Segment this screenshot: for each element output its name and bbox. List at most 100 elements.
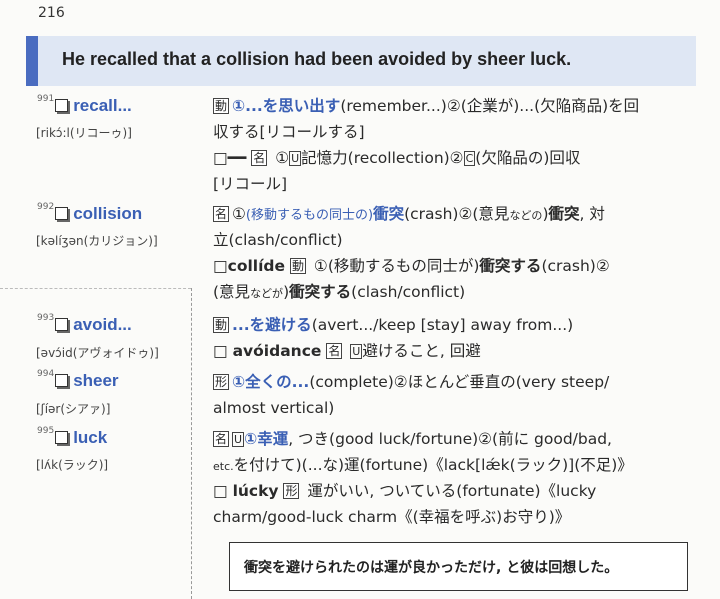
pronunciation: [rikɔ́:l(リコーゥ)]: [36, 126, 132, 140]
column-divider: [191, 288, 192, 599]
entry-number: 994: [37, 369, 55, 379]
definition-line: 名 ①(移動するもの同士の)衝突(crash)②(意見などの)衝突, 対: [213, 202, 605, 228]
page-number: 216: [38, 5, 65, 21]
checkbox-icon[interactable]: [55, 99, 69, 112]
part-of-speech-badge: 名: [251, 150, 268, 166]
definition-text: 記憶力(recollection)②: [301, 149, 464, 167]
definition-line: □━━ 名 ① U 記憶力(recollection)② C (欠陥品の)回収: [213, 146, 580, 170]
example-sentence: He recalled that a collision had been av…: [62, 49, 572, 69]
definition-text: charm/good-luck charm《(幸福を呼ぶ)お守り)》: [213, 508, 571, 526]
entry-number: 991: [37, 94, 55, 104]
definition-text: □━━: [213, 149, 252, 167]
definition-line: □ lúcky 形 運がいい, ついている(fortunate)《lucky: [213, 479, 596, 503]
definition-line: 動 ...を避ける(avert.../keep [stay] away from.…: [213, 313, 573, 337]
part-of-speech-badge: 動: [289, 258, 306, 274]
definition-line: [リコール]: [213, 172, 287, 196]
definition-text: □: [213, 482, 233, 500]
definition-line: 形 ①全くの...(complete)②ほとんど垂直の(very steep/: [213, 370, 609, 394]
countability-badge: U: [232, 432, 245, 447]
part-of-speech-badge: 名: [326, 343, 343, 359]
part-of-speech-badge: 形: [283, 483, 300, 499]
definition-text: (欠陥品の)回収: [475, 149, 581, 167]
definition-line: □ avóidance 名 U 避けること, 回避: [213, 339, 481, 363]
definition-line: almost vertical): [213, 396, 334, 420]
definition-line: 名 U ①幸運, つき(good luck/fortune)②(前に good/ba…: [213, 427, 612, 451]
definition-line: 収する[リコールする]: [213, 120, 365, 144]
part-of-speech-badge: 名: [213, 431, 230, 447]
checkbox-icon[interactable]: [55, 374, 69, 387]
definition-text: 立(clash/conflict): [213, 231, 343, 249]
related-word: collíde: [227, 257, 286, 275]
definition-text: を付けて)(...な)運(fortune)《lack[lǽk(ラック)](不足)…: [233, 456, 633, 474]
checkbox-icon[interactable]: [55, 318, 69, 331]
definition-text: (crash)②: [541, 257, 610, 275]
entry-headword-row: 994 sheer: [37, 369, 119, 391]
definition-line: 動 ①...を思い出す(remember...)②(企業が)...(欠陥商品)を回: [213, 94, 639, 118]
related-word: avóidance: [232, 342, 322, 360]
pronunciation: [əvɔ́id(アヴォイドゥ)]: [36, 346, 159, 360]
checkbox-icon[interactable]: [55, 207, 69, 220]
pronunciation: [lʌ́k(ラック)]: [36, 458, 109, 472]
entry-headword-row: 995 luck: [37, 426, 108, 448]
headword: sheer: [73, 371, 119, 390]
key-meaning: ①...を思い出す: [232, 97, 341, 115]
definition-text: 避けること, 回避: [362, 342, 481, 360]
definition-text: (remember...)②(企業が)...(欠陥商品)を回: [340, 97, 640, 115]
definition-text: almost vertical): [213, 399, 335, 417]
definition-text: , 対: [579, 205, 605, 223]
definition-text: , つき(good luck/fortune)②(前に good/bad,: [288, 430, 612, 448]
definition-text: ①(移動するもの同士が): [309, 257, 480, 275]
part-of-speech-badge: 名: [213, 206, 230, 222]
definition-text: (clash/conflict): [351, 283, 466, 301]
key-meaning-note: (移動するもの同士の): [245, 208, 374, 223]
headword: collision: [73, 204, 143, 223]
part-of-speech-badge: 形: [213, 374, 230, 390]
translation-text: 衝突を避けられたのは運が良かっただけ, と彼は回想した。: [244, 560, 619, 576]
definition-line: charm/good-luck charm《(幸福を呼ぶ)お守り)》: [213, 505, 570, 529]
definition-text: [リコール]: [213, 175, 288, 193]
definition-text: □: [213, 257, 228, 275]
entry-number: 995: [37, 426, 55, 436]
definition-text: 運がいい, ついている(fortunate)《lucky: [302, 482, 597, 500]
definition-text: (意見: [213, 283, 251, 301]
part-of-speech-badge: 動: [213, 317, 230, 333]
definition-text: 収する[リコールする]: [213, 123, 365, 141]
definition-text: (complete)②ほとんど垂直の(very steep/: [309, 373, 610, 391]
definition-line: (意見などが)衝突する(clash/conflict): [213, 280, 465, 306]
pronunciation: [kəlíʒən(カリジョン)]: [36, 234, 158, 248]
related-word: 衝突: [548, 205, 580, 223]
definition-text: ①: [232, 205, 246, 223]
headword: avoid...: [73, 315, 132, 334]
definition-line: etc.を付けて)(...な)運(fortune)《lack[lǽk(ラック)]…: [213, 453, 633, 479]
related-word: 衝突する: [289, 283, 352, 301]
entry-headword-row: 991 recall...: [37, 94, 132, 116]
part-of-speech-badge: 動: [213, 98, 230, 114]
countability-badge: C: [463, 151, 476, 166]
headword: luck: [73, 428, 108, 447]
entry-headword-row: 992 collision: [37, 202, 143, 224]
translation-box: 衝突を避けられたのは運が良かっただけ, と彼は回想した。: [229, 542, 688, 591]
definition-text: □: [213, 342, 233, 360]
key-meaning: ①幸運: [244, 430, 289, 448]
related-word: 衝突する: [479, 257, 542, 275]
definition-text: ①: [270, 149, 290, 167]
usage-note: などの: [509, 209, 543, 222]
headword: recall...: [73, 96, 132, 115]
key-meaning: ...を避ける: [232, 316, 312, 334]
entry-number: 992: [37, 202, 55, 212]
section-divider: [0, 288, 191, 289]
entry-number: 993: [37, 313, 55, 323]
countability-badge: U: [289, 151, 302, 166]
definition-line: □collíde 動 ①(移動するもの同士が)衝突する(crash)②: [213, 254, 610, 278]
key-meaning: ①全くの...: [232, 373, 310, 391]
definition-line: 立(clash/conflict): [213, 228, 343, 252]
key-meaning: 衝突: [373, 205, 405, 223]
usage-note: などが: [250, 287, 284, 300]
example-sentence-box: He recalled that a collision had been av…: [26, 36, 696, 86]
countability-badge: U: [350, 344, 363, 359]
definition-text: (avert.../keep [stay] away from...): [311, 316, 574, 334]
checkbox-icon[interactable]: [55, 431, 69, 444]
usage-note: etc.: [213, 460, 234, 473]
definition-text: (crash)②(意見: [404, 205, 510, 223]
related-word: lúcky: [232, 482, 279, 500]
